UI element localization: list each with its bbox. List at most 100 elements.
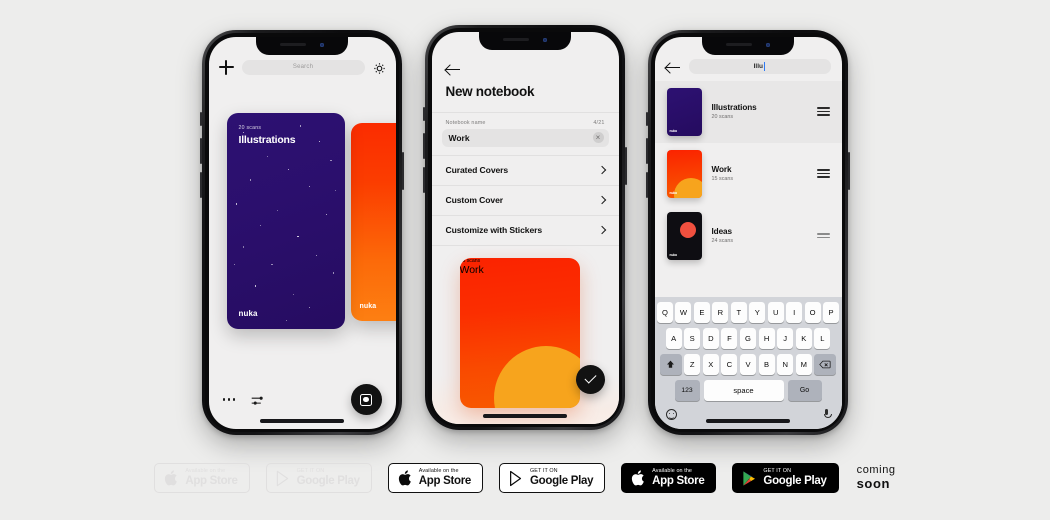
list-item[interactable]: nuka Illustrations 20 scans xyxy=(654,80,842,143)
options-list: Curated Covers Custom Cover Customize wi… xyxy=(431,156,619,246)
go-key[interactable]: Go xyxy=(787,379,822,401)
key-v[interactable]: V xyxy=(740,353,756,375)
key-s[interactable]: S xyxy=(684,327,701,349)
key-z[interactable]: Z xyxy=(684,353,701,375)
more-dots-icon[interactable] xyxy=(222,398,236,401)
notebook-name-input[interactable]: Work xyxy=(441,128,609,147)
thumb-brand: nuka xyxy=(669,252,677,257)
option-custom-cover[interactable]: Custom Cover xyxy=(431,186,619,216)
list-item[interactable]: nuka Ideas 24 scans xyxy=(655,205,842,267)
key-p[interactable]: P xyxy=(823,301,839,323)
gear-icon[interactable] xyxy=(373,62,386,75)
phone-mockup-new-notebook: New notebook Notebook name 4/21 Work Cur… xyxy=(423,25,627,430)
key-i[interactable]: I xyxy=(786,301,803,323)
thumb-brand: nuka xyxy=(669,190,677,195)
numbers-key[interactable]: 123 xyxy=(674,379,700,401)
notebook-thumbnail: nuka xyxy=(666,87,702,136)
key-q[interactable]: Q xyxy=(657,301,673,323)
key-c[interactable]: C xyxy=(721,353,738,375)
notebook-card-red[interactable]: nuka xyxy=(350,122,396,321)
key-t[interactable]: T xyxy=(730,301,747,323)
option-label: Customize with Stickers xyxy=(445,225,543,235)
badge-small-text: GET IT ON xyxy=(763,467,792,474)
drag-handle-icon[interactable] xyxy=(816,106,830,117)
key-g[interactable]: G xyxy=(740,327,756,349)
drag-handle-icon[interactable] xyxy=(816,232,830,239)
preview-card-work[interactable]: 15 scans Work xyxy=(459,257,580,408)
key-e[interactable]: E xyxy=(693,301,710,323)
key-b[interactable]: B xyxy=(758,353,775,375)
char-counter: 4/21 xyxy=(593,119,605,126)
option-label: Custom Cover xyxy=(445,195,504,205)
scan-button[interactable] xyxy=(350,384,382,415)
shift-icon[interactable] xyxy=(659,353,682,375)
back-button[interactable] xyxy=(445,64,460,76)
badge-text: GET IT ON Google Play xyxy=(530,468,593,487)
search-placeholder: Search xyxy=(292,64,314,70)
sun-decoration xyxy=(673,177,702,198)
emoji-icon[interactable] xyxy=(666,408,677,420)
text-cursor xyxy=(764,61,766,71)
key-n[interactable]: N xyxy=(777,353,794,375)
store-badges: Available on the App Store GET IT ON Goo… xyxy=(0,458,1050,498)
notch xyxy=(256,36,348,55)
notebook-name-section: Notebook name 4/21 Work xyxy=(431,111,619,156)
cover-preview-area: 15 scans Work xyxy=(431,249,619,424)
key-h[interactable]: H xyxy=(758,327,775,349)
volume-down-button xyxy=(646,172,648,198)
key-l[interactable]: L xyxy=(814,327,831,349)
phone-screen: Search nuka 20 scans Illustrations nuka xyxy=(208,36,396,429)
option-customize-stickers[interactable]: Customize with Stickers xyxy=(431,216,619,246)
option-curated-covers[interactable]: Curated Covers xyxy=(431,156,619,186)
key-o[interactable]: O xyxy=(804,301,821,323)
drag-handle-icon[interactable] xyxy=(816,168,830,179)
confirm-button[interactable] xyxy=(575,364,605,394)
app-store-badge-solid[interactable]: Available on the App Store xyxy=(621,463,717,493)
key-j[interactable]: J xyxy=(777,327,794,349)
key-w[interactable]: W xyxy=(675,301,692,323)
front-camera xyxy=(320,42,324,47)
badge-small-text: GET IT ON xyxy=(296,467,325,474)
key-f[interactable]: F xyxy=(721,327,738,349)
list-item[interactable]: nuka Work 15 scans xyxy=(655,143,842,205)
search-input[interactable]: Illu xyxy=(688,58,831,74)
card-scan-count: 20 scans xyxy=(238,124,262,131)
keyboard-row-2: A S D F G H J K L xyxy=(657,327,839,349)
key-r[interactable]: R xyxy=(712,301,729,323)
google-play-badge-outline[interactable]: GET IT ON Google Play xyxy=(499,463,606,493)
phone-screen: New notebook Notebook name 4/21 Work Cur… xyxy=(431,31,619,424)
scan-icon xyxy=(360,393,372,406)
volume-up-button xyxy=(423,133,425,159)
badge-small-text: Available on the xyxy=(185,467,226,474)
card-brand: nuka xyxy=(238,308,258,318)
check-icon xyxy=(583,371,597,384)
apple-icon xyxy=(398,470,411,486)
badge-small-text: Available on the xyxy=(652,467,693,474)
key-m[interactable]: M xyxy=(795,353,812,375)
microphone-icon[interactable] xyxy=(823,408,832,420)
app-store-badge-outline[interactable]: Available on the App Store xyxy=(387,463,483,493)
sliders-icon[interactable] xyxy=(251,394,265,406)
key-u[interactable]: U xyxy=(767,301,784,323)
key-x[interactable]: X xyxy=(702,353,719,375)
phone-mockup-library: Search nuka 20 scans Illustrations nuka xyxy=(200,30,404,435)
notebook-thumbnail: nuka xyxy=(666,149,702,198)
key-k[interactable]: K xyxy=(795,327,812,349)
back-button[interactable] xyxy=(665,62,680,74)
key-a[interactable]: A xyxy=(665,327,682,349)
google-play-badge-ghost[interactable]: GET IT ON Google Play xyxy=(265,463,372,493)
notebook-card-illustrations[interactable]: 20 scans Illustrations nuka xyxy=(226,112,345,329)
clear-icon[interactable] xyxy=(592,132,604,143)
google-play-badge-solid[interactable]: GET IT ON Google Play xyxy=(732,463,839,493)
keyboard-row-3: Z X C V B N M xyxy=(657,353,839,375)
card-brand: nuka xyxy=(359,302,377,310)
plus-icon[interactable] xyxy=(218,59,234,75)
notch xyxy=(479,31,571,50)
search-input[interactable]: Search xyxy=(241,59,365,75)
space-key[interactable]: space xyxy=(703,379,784,401)
app-store-badge-ghost[interactable]: Available on the App Store xyxy=(154,463,250,493)
key-d[interactable]: D xyxy=(702,327,719,349)
backspace-icon[interactable] xyxy=(814,353,837,375)
key-y[interactable]: Y xyxy=(749,301,766,323)
badge-large-text: Google Play xyxy=(763,474,827,487)
